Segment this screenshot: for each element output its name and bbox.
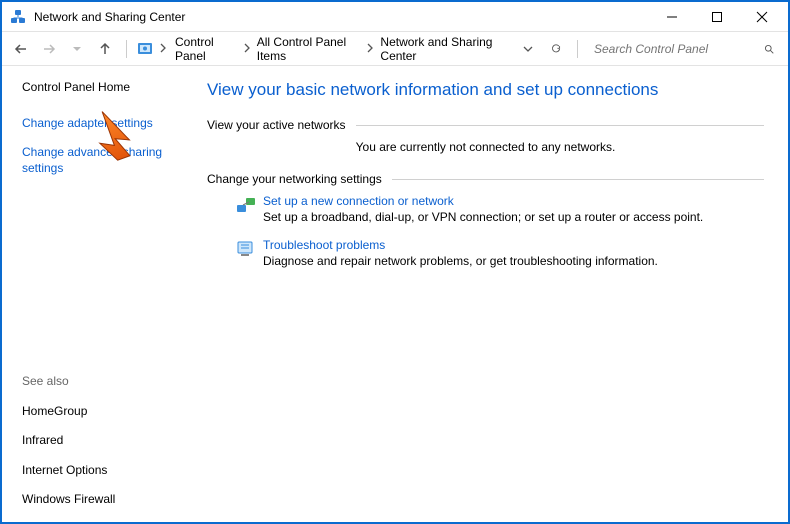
see-also-infrared[interactable]: Infrared bbox=[22, 433, 187, 449]
active-networks-heading: View your active networks bbox=[207, 118, 346, 132]
minimize-button[interactable] bbox=[649, 2, 694, 32]
search-box[interactable] bbox=[592, 41, 752, 57]
no-networks-message: You are currently not connected to any n… bbox=[207, 140, 764, 154]
search-input[interactable] bbox=[592, 41, 752, 57]
change-advanced-sharing-link[interactable]: Change advanced sharing settings bbox=[22, 145, 187, 176]
close-button[interactable] bbox=[739, 2, 784, 32]
troubleshoot-icon bbox=[235, 238, 263, 268]
setup-connection-item: Set up a new connection or network Set u… bbox=[235, 194, 764, 224]
separator bbox=[126, 40, 127, 58]
breadcrumb-item[interactable]: Network and Sharing Center bbox=[378, 33, 511, 65]
troubleshoot-link[interactable]: Troubleshoot problems bbox=[263, 238, 385, 252]
network-sharing-icon bbox=[10, 9, 26, 25]
page-title: View your basic network information and … bbox=[207, 80, 764, 100]
setup-connection-link[interactable]: Set up a new connection or network bbox=[263, 194, 454, 208]
up-button[interactable] bbox=[94, 38, 116, 60]
breadcrumb-item[interactable]: Control Panel bbox=[173, 33, 239, 65]
sidebar: Control Panel Home Change adapter settin… bbox=[2, 66, 197, 524]
setup-connection-desc: Set up a broadband, dial-up, or VPN conn… bbox=[263, 210, 703, 224]
troubleshoot-item: Troubleshoot problems Diagnose and repai… bbox=[235, 238, 764, 268]
see-also-homegroup[interactable]: HomeGroup bbox=[22, 404, 187, 420]
chevron-right-icon[interactable] bbox=[366, 42, 374, 56]
setup-connection-icon bbox=[235, 194, 263, 224]
troubleshoot-desc: Diagnose and repair network problems, or… bbox=[263, 254, 658, 268]
back-button[interactable] bbox=[10, 38, 32, 60]
see-also-internet-options[interactable]: Internet Options bbox=[22, 463, 187, 479]
address-bar: Control Panel All Control Panel Items Ne… bbox=[2, 32, 788, 66]
divider bbox=[392, 179, 764, 180]
separator bbox=[577, 40, 578, 58]
control-panel-home-link[interactable]: Control Panel Home bbox=[22, 80, 187, 96]
see-also-windows-firewall[interactable]: Windows Firewall bbox=[22, 492, 187, 508]
chevron-right-icon[interactable] bbox=[159, 42, 167, 56]
chevron-right-icon[interactable] bbox=[243, 42, 251, 56]
maximize-button[interactable] bbox=[694, 2, 739, 32]
change-settings-heading: Change your networking settings bbox=[207, 172, 382, 186]
window-title: Network and Sharing Center bbox=[34, 10, 185, 24]
change-adapter-settings-link[interactable]: Change adapter settings bbox=[22, 116, 187, 132]
breadcrumb: Control Panel All Control Panel Items Ne… bbox=[173, 33, 511, 65]
control-panel-icon[interactable] bbox=[137, 41, 153, 57]
forward-button bbox=[38, 38, 60, 60]
address-dropdown-button[interactable] bbox=[517, 38, 539, 60]
search-button[interactable] bbox=[758, 38, 780, 60]
divider bbox=[356, 125, 764, 126]
see-also-label: See also bbox=[22, 374, 187, 390]
breadcrumb-item[interactable]: All Control Panel Items bbox=[255, 33, 363, 65]
main-pane: View your basic network information and … bbox=[197, 66, 788, 524]
refresh-button[interactable] bbox=[545, 38, 567, 60]
recent-locations-button[interactable] bbox=[66, 38, 88, 60]
titlebar: Network and Sharing Center bbox=[2, 2, 788, 32]
